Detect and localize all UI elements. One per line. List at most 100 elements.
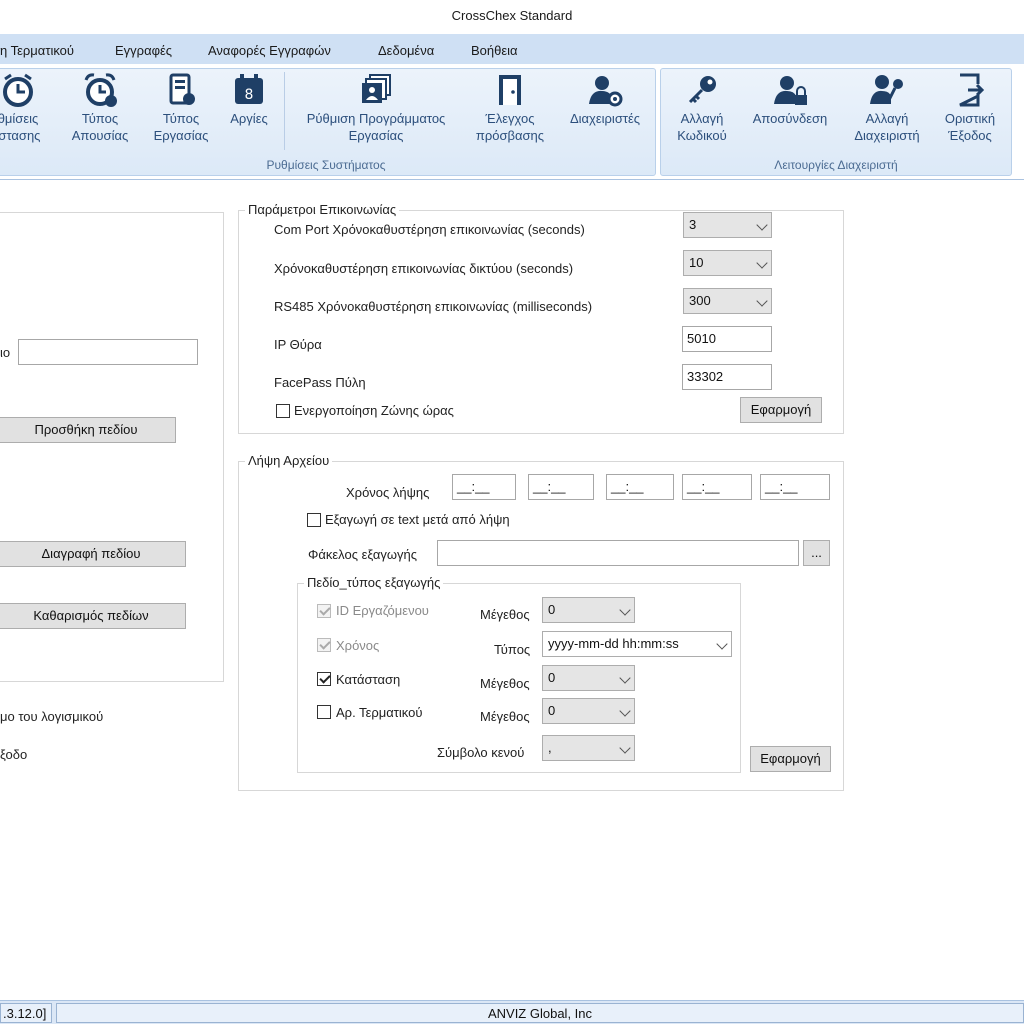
status-bar: .3.12.0] ANVIZ Global, Inc [0, 1000, 1024, 1024]
exit-option-label: ξοδο [0, 747, 28, 762]
door-icon [499, 75, 521, 105]
add-field-button[interactable]: Προσθήκη πεδίου [0, 417, 176, 443]
holidays-label: Αργίες [230, 111, 268, 126]
absence-type-label-1: Τύπος [81, 111, 119, 126]
employee-id-checkbox[interactable] [317, 604, 331, 618]
time-checkbox[interactable] [317, 638, 331, 652]
comport-delay-select[interactable]: 3 [683, 212, 772, 238]
absence-type-button[interactable]: Τύπος Απουσίας [66, 70, 134, 144]
alarm-clock-icon [84, 73, 117, 107]
work-type-icon [169, 73, 195, 105]
download-time-3[interactable]: __:__ [606, 474, 674, 500]
network-delay-select[interactable]: 10 [683, 250, 772, 276]
user-key-icon [870, 75, 903, 104]
facepass-gate-input[interactable]: 33302 [682, 364, 772, 390]
download-time-2[interactable]: __:__ [528, 474, 594, 500]
facepass-gate-label: FacePass Πύλη [274, 375, 366, 390]
browse-folder-button[interactable]: ... [803, 540, 830, 566]
change-password-button[interactable]: Αλλαγή Κωδικού [670, 70, 734, 144]
blank-symbol-value: , [548, 740, 552, 755]
terminal-no-size-select[interactable]: 0 [542, 698, 635, 724]
rs485-delay-label: RS485 Χρόνοκαθυστέρηση επικοινωνίας (mil… [274, 299, 593, 314]
menu-terminal[interactable]: η Τερματικού [0, 43, 74, 58]
user-lock-icon [774, 76, 807, 105]
time-format-select[interactable]: yyyy-mm-dd hh:mm:ss [542, 631, 732, 657]
timezone-label: Ενεργοποίηση Ζώνης ώρας [294, 403, 454, 418]
ip-port-label: IP Θύρα [274, 337, 322, 352]
clear-fields-button[interactable]: Καθαρισμός πεδίων [0, 603, 186, 629]
clock-icon [3, 73, 33, 107]
time-field-label: Χρόνος [336, 638, 380, 653]
version-status: .3.12.0] [0, 1003, 52, 1023]
menu-help[interactable]: Βοήθεια [471, 43, 518, 58]
holidays-button[interactable]: 8 Αργίες [222, 70, 276, 127]
communication-params-legend: Παράμετροι Επικοινωνίας [245, 202, 400, 217]
administrators-label: Διαχειριστές [569, 111, 641, 126]
change-admin-label-1: Αλλαγή [865, 111, 909, 126]
download-time-5[interactable]: __:__ [760, 474, 830, 500]
chevron-down-icon [619, 672, 631, 684]
group-caption-admin-functions: Λειτουργίες Διαχειριστή [774, 158, 898, 172]
blank-symbol-select[interactable]: , [542, 735, 635, 761]
comport-delay-value: 3 [689, 217, 697, 232]
status-size-select[interactable]: 0 [542, 665, 635, 691]
chevron-down-icon [756, 219, 768, 231]
export-fields-legend: Πεδίο_τύπος εξαγωγής [304, 575, 444, 590]
menu-record-reports[interactable]: Αναφορές Εγγραφών [208, 43, 331, 58]
terminal-no-checkbox[interactable] [317, 705, 331, 719]
group-caption-system-settings: Ρυθμίσεις Συστήματος [266, 158, 386, 172]
work-type-button[interactable]: Τύπος Εργασίας [148, 70, 214, 144]
change-admin-button[interactable]: Αλλαγή Διαχειριστή [850, 70, 924, 144]
menu-bar: η Τερματικού Εγγραφές Αναφορές Εγγραφών … [0, 34, 1024, 66]
field-name-label: ιο [0, 345, 11, 360]
menu-data[interactable]: Δεδομένα [378, 43, 434, 58]
work-schedule-button[interactable]: Ρύθμιση Προγράμματος Εργασίας [294, 70, 458, 144]
blank-symbol-label: Σύμβολο κενού [437, 745, 525, 760]
menu-records[interactable]: Εγγραφές [115, 43, 172, 58]
user-gear-icon [589, 76, 623, 107]
timezone-checkbox[interactable] [276, 404, 290, 418]
employee-id-size-label: Μέγεθος [480, 607, 530, 622]
download-time-1[interactable]: __:__ [452, 474, 516, 500]
administrators-button[interactable]: Διαχειριστές [560, 70, 650, 127]
attendance-settings-label-2: ιστασης [0, 128, 41, 143]
work-type-label-2: Εργασίας [153, 128, 209, 143]
rs485-delay-value: 300 [689, 293, 711, 308]
terminal-no-size-value: 0 [548, 703, 556, 718]
time-type-label: Τύπος [494, 642, 531, 657]
delete-field-button[interactable]: Διαγραφή πεδίου [0, 541, 186, 567]
field-name-input[interactable] [18, 339, 198, 365]
download-time-4[interactable]: __:__ [682, 474, 752, 500]
calendar-icon: 8 [235, 74, 263, 104]
download-apply-button[interactable]: Εφαρμογή [750, 746, 831, 772]
access-control-label-1: Έλεγχος [485, 111, 535, 126]
access-control-button[interactable]: Έλεγχος πρόσβασης [468, 70, 552, 144]
chevron-down-icon [716, 638, 728, 650]
chevron-down-icon [756, 295, 768, 307]
status-field-label: Κατάσταση [336, 672, 401, 687]
export-folder-input[interactable] [437, 540, 799, 566]
export-text-checkbox[interactable] [307, 513, 321, 527]
chevron-down-icon [756, 257, 768, 269]
ribbon-separator [284, 72, 285, 150]
exit-button[interactable]: Οριστική Έξοδος [936, 70, 1004, 144]
network-delay-value: 10 [689, 255, 704, 270]
comm-apply-button[interactable]: Εφαρμογή [740, 397, 822, 423]
rs485-delay-select[interactable]: 300 [683, 288, 772, 314]
time-format-value: yyyy-mm-dd hh:mm:ss [548, 636, 679, 651]
exit-icon [959, 73, 985, 107]
employee-id-label: ID Εργαζόμενου [336, 603, 429, 618]
attendance-settings-button[interactable]: θμίσεις ιστασης [0, 70, 54, 144]
attendance-settings-label-1: θμίσεις [0, 111, 39, 126]
status-checkbox[interactable] [317, 672, 331, 686]
logout-button[interactable]: Αποσύνδεση [744, 70, 836, 127]
chevron-down-icon [619, 604, 631, 616]
ip-port-input[interactable]: 5010 [682, 326, 772, 352]
status-size-value: 0 [548, 670, 556, 685]
work-schedule-label-1: Ρύθμιση Προγράμματος [306, 111, 446, 126]
terminal-no-size-label: Μέγεθος [480, 709, 530, 724]
employee-id-size-select[interactable]: 0 [542, 597, 635, 623]
employee-id-size-value: 0 [548, 602, 556, 617]
software-option-label: μο του λογισμικού [0, 709, 104, 724]
network-delay-label: Χρόνοκαθυστέρηση επικοινωνίας δικτύου (s… [274, 261, 574, 276]
